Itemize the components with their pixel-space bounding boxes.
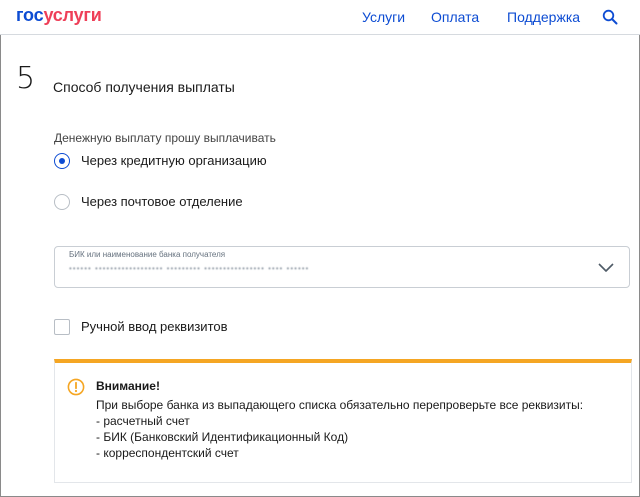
warning-item-correspondent: - корреспондентский счет [96,446,239,460]
manual-entry-label: Ручной ввод реквизитов [81,319,228,334]
radio-button-checked[interactable] [54,153,70,169]
bank-select-value: •••••• •••••••••••••••••• ••••••••• ••••… [69,264,310,273]
warning-icon [67,378,85,396]
search-icon[interactable] [602,9,618,25]
radio-label-post-office: Через почтовое отделение [81,194,243,209]
warning-notice: Внимание! При выборе банка из выпадающег… [54,359,632,483]
bank-select-label: БИК или наименование банка получателя [69,250,226,259]
section-title: Способ получения выплаты [53,79,235,95]
gosuslugi-logo[interactable]: госуслуги [16,4,102,26]
radio-label-credit-organization: Через кредитную организацию [81,153,267,168]
warning-text: При выборе банка из выпадающего списка о… [96,398,584,412]
warning-item-bik: - БИК (Банковский Идентификационный Код) [96,430,349,444]
top-header: госуслуги Услуги Оплата Поддержка [0,0,640,35]
warning-item-account: - расчетный счет [96,414,190,428]
bank-select-dropdown[interactable]: БИК или наименование банка получателя ••… [54,246,630,288]
warning-title: Внимание! [96,379,160,393]
radio-button-unchecked[interactable] [54,194,70,210]
nav-link-support[interactable]: Поддержка [507,9,580,25]
nav-link-services[interactable]: Услуги [362,9,405,25]
nav-link-payment[interactable]: Оплата [431,9,479,25]
logo-text-part1: гос [16,5,44,25]
manual-entry-checkbox[interactable] [54,319,70,335]
logo-text-part2: услуги [43,5,102,25]
payment-method-label: Денежную выплату прошу выплачивать [54,131,276,145]
step-number: 5 [16,61,36,96]
chevron-down-icon[interactable] [598,261,614,273]
